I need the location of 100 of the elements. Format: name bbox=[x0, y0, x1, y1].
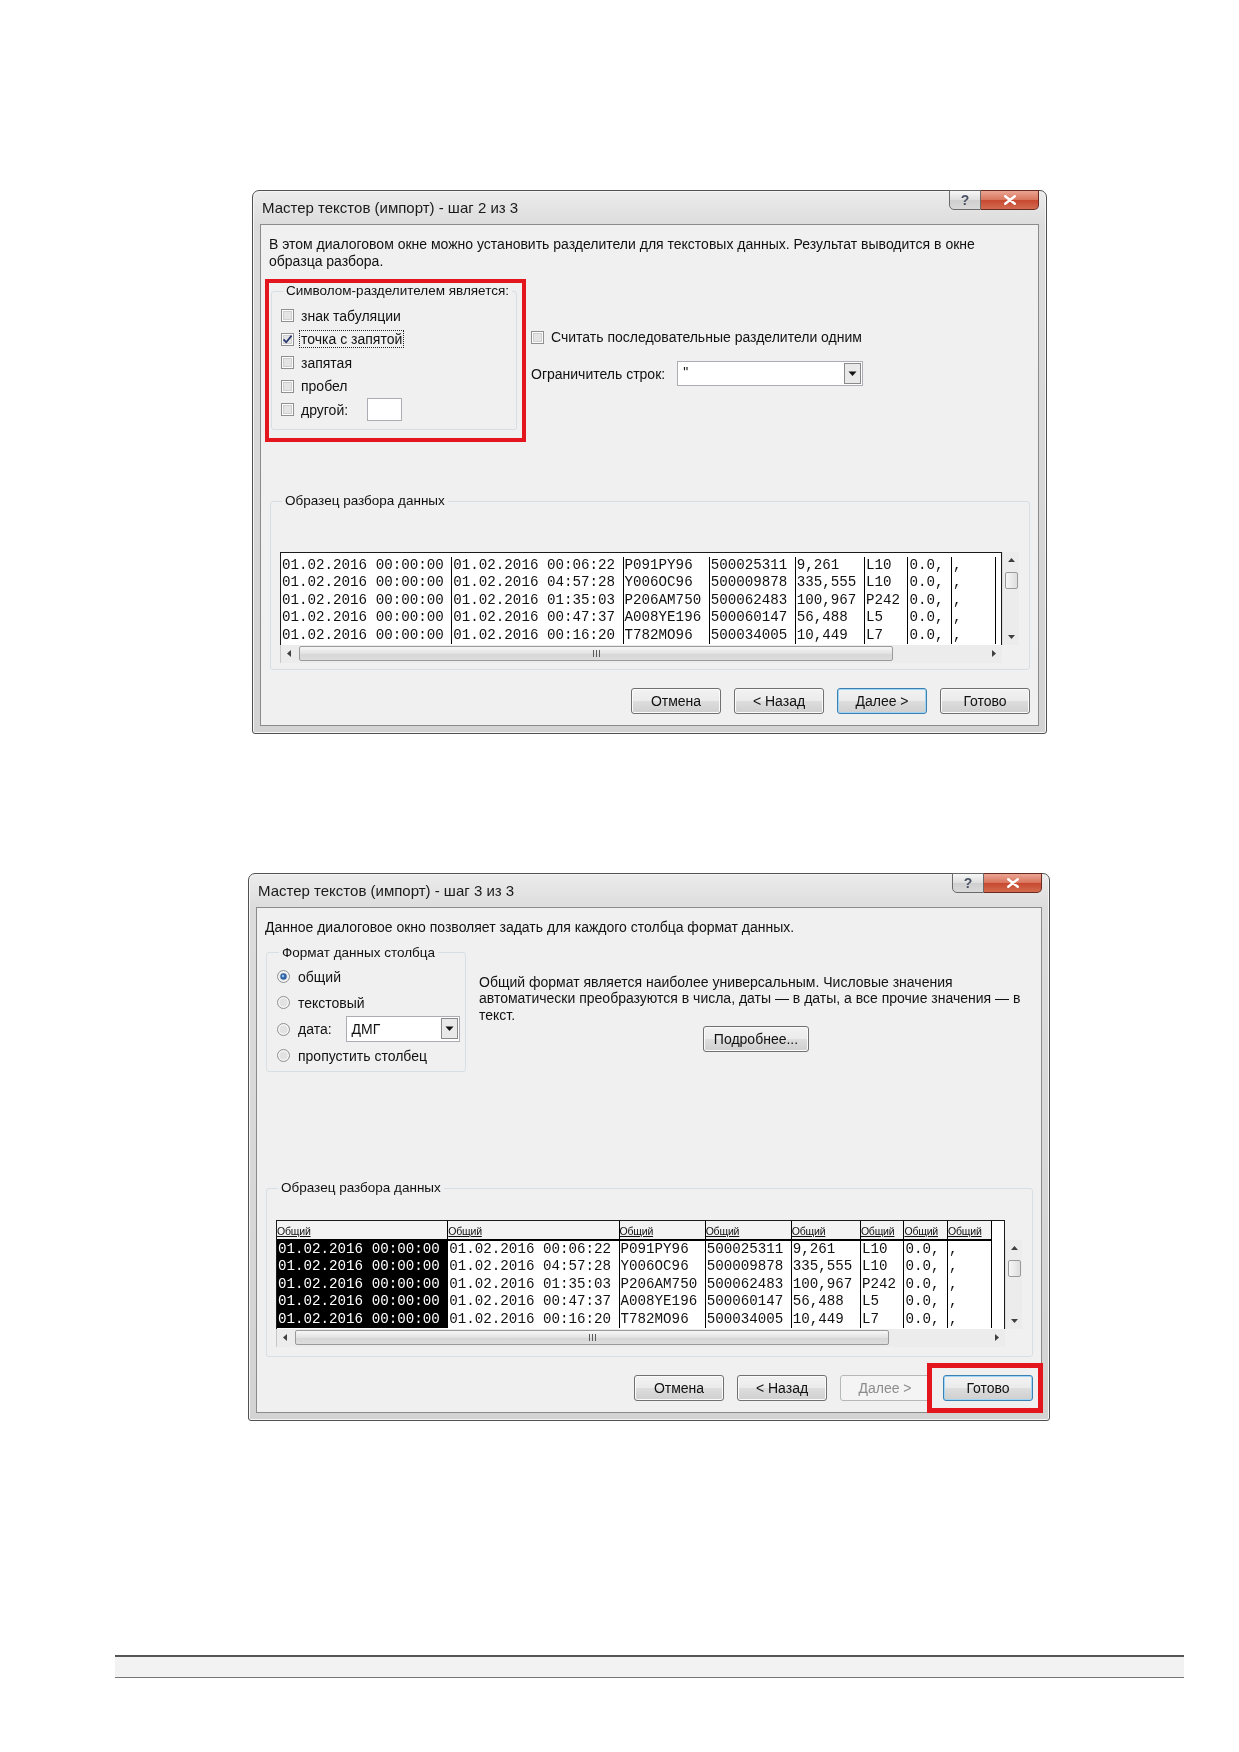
caret-down-icon bbox=[440, 1018, 458, 1040]
date-format-dropdown[interactable]: ДМГ bbox=[345, 1016, 460, 1043]
scrollbar-thumb[interactable] bbox=[1004, 572, 1018, 589]
scrollbar-thumb[interactable] bbox=[1007, 1260, 1021, 1277]
radio-button[interactable] bbox=[277, 1022, 290, 1036]
column-header[interactable]: Общий bbox=[448, 1221, 619, 1241]
table-cell-text: 01.02.2016 04:57:28 bbox=[448, 1258, 613, 1276]
table-cell-text: 0.0, bbox=[908, 557, 945, 575]
help-button[interactable]: ? bbox=[949, 190, 981, 210]
table-cell-text: 335,555 bbox=[795, 574, 858, 592]
checkbox[interactable] bbox=[281, 332, 294, 346]
table-cell-text: T782MO96 bbox=[619, 1310, 690, 1328]
table-cell-text: , bbox=[948, 1241, 959, 1259]
caret-down-icon bbox=[844, 363, 862, 384]
table-cell-text: 01.02.2016 01:35:03 bbox=[448, 1275, 613, 1294]
column-header[interactable]: Общий bbox=[619, 1221, 705, 1241]
finish-button[interactable]: Готово bbox=[943, 1375, 1033, 1401]
checkbox[interactable] bbox=[531, 330, 544, 344]
table-cell-text: 500025311 bbox=[709, 557, 789, 575]
back-button[interactable]: < Назад bbox=[734, 688, 824, 714]
table-cell-text: , bbox=[948, 1293, 959, 1311]
input-field[interactable] bbox=[367, 398, 403, 422]
table-cell-text: 500025311 bbox=[705, 1241, 785, 1259]
checkbox-label[interactable]: запятая bbox=[299, 353, 354, 372]
table-cell-text: 01.02.2016 00:16:20 bbox=[452, 626, 617, 644]
grip-icon bbox=[592, 650, 600, 658]
next-button[interactable]: Далее > bbox=[837, 688, 927, 714]
table-cell-text: , bbox=[948, 1310, 959, 1328]
table-cell-text: , bbox=[952, 609, 963, 627]
scroll-right-icon[interactable] bbox=[992, 650, 996, 658]
table-cell-text: 01.02.2016 00:06:22 bbox=[448, 1241, 613, 1259]
table-cell-text: 01.02.2016 00:00:00 bbox=[281, 591, 445, 610]
scrollbar-thumb[interactable] bbox=[295, 1330, 889, 1346]
table-cell-text: 500060147 bbox=[705, 1293, 785, 1311]
radio-button[interactable] bbox=[277, 996, 290, 1010]
table-cell-text: L10 bbox=[860, 1241, 889, 1259]
table-cell-text: 01.02.2016 00:16:20 bbox=[448, 1310, 613, 1328]
column-header[interactable]: Общий bbox=[277, 1221, 448, 1241]
column-header[interactable]: Общий bbox=[948, 1221, 991, 1241]
radio-label[interactable]: дата: bbox=[296, 1020, 334, 1039]
group-title: Образец разбора данных bbox=[284, 493, 446, 509]
table-cell-text: Y006OC96 bbox=[623, 574, 694, 592]
scroll-down-icon[interactable] bbox=[1007, 634, 1015, 639]
column-header[interactable]: Общий bbox=[705, 1221, 791, 1241]
details-button[interactable]: Подробнее... bbox=[703, 1026, 809, 1052]
column-header[interactable]: Общий bbox=[904, 1221, 947, 1241]
checkbox-label[interactable]: другой: bbox=[299, 400, 351, 419]
group-title: Символом-разделителем является: bbox=[285, 283, 510, 299]
checkbox[interactable] bbox=[281, 403, 294, 417]
table-cell-text: 01.02.2016 00:00:00 bbox=[281, 609, 445, 627]
table-cell-text: Y006OC96 bbox=[619, 1258, 690, 1276]
table-cell-text: 01.02.2016 00:47:37 bbox=[452, 609, 617, 627]
scroll-up-icon[interactable] bbox=[1010, 1246, 1018, 1250]
checkbox[interactable] bbox=[281, 356, 294, 370]
cancel-button[interactable]: Отмена bbox=[631, 688, 721, 714]
radio-label[interactable]: пропустить столбец bbox=[296, 1046, 429, 1065]
table-cell-text: 01.02.2016 00:47:37 bbox=[448, 1293, 613, 1311]
table-cell-text: P242 bbox=[860, 1275, 897, 1294]
scroll-left-icon[interactable] bbox=[287, 650, 291, 658]
close-button[interactable] bbox=[984, 873, 1042, 893]
back-button[interactable]: < Назад bbox=[737, 1375, 827, 1401]
table-cell-text: , bbox=[948, 1258, 959, 1276]
text-qualifier-dropdown[interactable]: " bbox=[677, 361, 864, 386]
help-button[interactable]: ? bbox=[952, 873, 984, 893]
radio-label[interactable]: общий bbox=[296, 967, 343, 986]
finish-button[interactable]: Готово bbox=[940, 688, 1030, 714]
column-header[interactable]: Общий bbox=[791, 1221, 860, 1241]
checkbox-label[interactable]: пробел bbox=[299, 377, 350, 396]
dialog-description: Данное диалоговое окно позволяет задать для каждого столбца формат данных. bbox=[265, 919, 796, 936]
table-cell-text: 01.02.2016 04:57:28 bbox=[452, 574, 617, 592]
table-cell-text: , bbox=[952, 626, 963, 644]
checkbox-label[interactable]: знак табуляции bbox=[299, 306, 403, 325]
window-title: Мастер текстов (импорт) - шаг 3 из 3 bbox=[257, 882, 515, 899]
column-header[interactable]: Общий bbox=[860, 1221, 904, 1241]
radio-button[interactable] bbox=[277, 970, 290, 984]
table-cell: 01.02.2016 00:00:00 bbox=[277, 1241, 448, 1259]
scrollbar-thumb[interactable] bbox=[299, 646, 893, 662]
table-cell-text: , bbox=[952, 557, 963, 575]
vertical-scrollbar[interactable] bbox=[1005, 1240, 1022, 1329]
scroll-left-icon[interactable] bbox=[283, 1334, 287, 1342]
table-cell-text: 0.0, bbox=[908, 626, 945, 644]
table-cell-text: 01.02.2016 00:00:00 bbox=[281, 557, 445, 575]
checkbox[interactable] bbox=[281, 379, 294, 393]
table-cell: 01.02.2016 00:00:00 bbox=[277, 1293, 448, 1311]
close-button[interactable] bbox=[981, 190, 1039, 210]
checkbox[interactable] bbox=[281, 309, 294, 323]
checkbox-label[interactable]: точка с запятой bbox=[299, 330, 405, 349]
table-cell-text: 0.0, bbox=[908, 591, 945, 610]
format-hint: Общий формат является наиболее универсальным. Числовые значения автоматически преобразуются в числа, даты — в даты, а все прочие значения — в текст. bbox=[479, 973, 1022, 1023]
checkbox-label[interactable]: Считать последовательные разделители одним bbox=[549, 328, 864, 346]
vertical-scrollbar[interactable] bbox=[1002, 552, 1019, 645]
cancel-button[interactable]: Отмена bbox=[634, 1375, 724, 1401]
table-cell-text: 10,449 bbox=[791, 1310, 845, 1328]
scroll-up-icon[interactable] bbox=[1007, 558, 1015, 562]
close-icon bbox=[1006, 878, 1019, 888]
scroll-down-icon[interactable] bbox=[1010, 1318, 1018, 1323]
group-title: Формат данных столбца bbox=[281, 944, 437, 961]
radio-label[interactable]: текстовый bbox=[296, 993, 367, 1012]
radio-button[interactable] bbox=[277, 1049, 290, 1063]
scroll-right-icon[interactable] bbox=[995, 1334, 999, 1342]
